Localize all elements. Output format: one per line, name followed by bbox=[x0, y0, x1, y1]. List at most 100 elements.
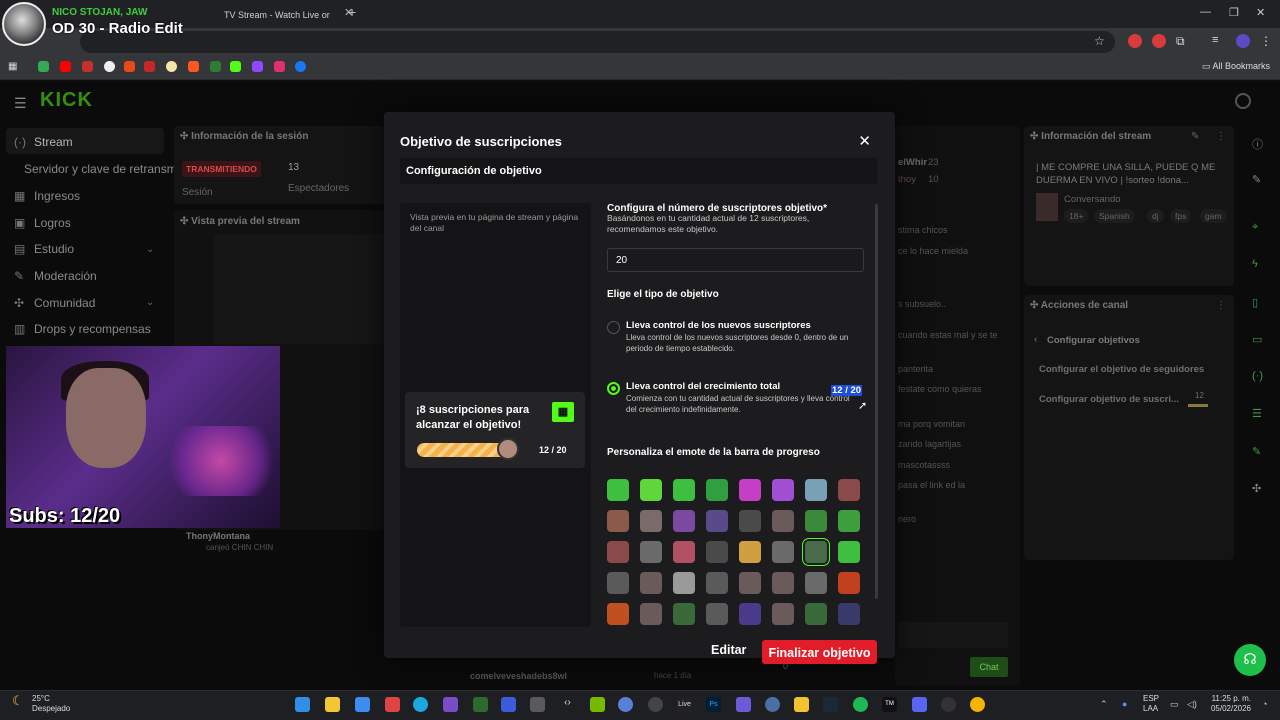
hamburger-menu-icon[interactable]: ☰ bbox=[14, 95, 27, 112]
edge-icon[interactable] bbox=[413, 697, 428, 712]
adblock-icon[interactable] bbox=[1152, 34, 1166, 48]
broadcast-icon[interactable]: (·) bbox=[1252, 370, 1263, 382]
minimize-icon[interactable]: — bbox=[1200, 6, 1211, 18]
emote-option[interactable] bbox=[607, 510, 629, 532]
taskbar-app-icon[interactable]: TM bbox=[882, 697, 897, 712]
start-menu-icon[interactable] bbox=[295, 697, 310, 712]
info-icon[interactable]: ⓘ bbox=[1252, 136, 1263, 152]
system-clock[interactable]: 11:25 p. m. 05/02/2026 bbox=[1197, 694, 1251, 714]
configure-followers-goal[interactable]: Configurar el objetivo de seguidores bbox=[1039, 364, 1204, 375]
media-icon[interactable]: ≡ bbox=[1212, 34, 1226, 48]
emote-option[interactable] bbox=[706, 541, 728, 563]
bookmark-instagram-icon[interactable] bbox=[274, 61, 285, 72]
taskbar-app-icon[interactable] bbox=[473, 697, 488, 712]
emote-option[interactable] bbox=[805, 510, 827, 532]
emote-option[interactable] bbox=[739, 510, 761, 532]
window-close-icon[interactable]: ✕ bbox=[1256, 6, 1265, 19]
bookmark-green-icon[interactable] bbox=[210, 61, 221, 72]
emote-option[interactable] bbox=[838, 479, 860, 501]
option-total-growth-radio[interactable] bbox=[607, 382, 620, 395]
extensions-puzzle-icon[interactable]: ⧉ bbox=[1176, 34, 1190, 48]
sidebar-item-stream[interactable]: (·) Stream bbox=[14, 135, 73, 149]
sidebar-item-comunidad[interactable]: ✣ Comunidad bbox=[14, 296, 95, 310]
new-tab-icon[interactable]: + bbox=[348, 4, 356, 20]
taskbar-app-icon[interactable] bbox=[765, 697, 780, 712]
bookmark-red-icon[interactable] bbox=[144, 61, 155, 72]
taskbar-app-icon[interactable] bbox=[736, 697, 751, 712]
taskbar-app-icon[interactable] bbox=[501, 697, 516, 712]
emote-option[interactable] bbox=[673, 572, 695, 594]
menu-dots-icon[interactable]: ⋮ bbox=[1260, 34, 1274, 48]
edit-pencil-icon[interactable]: ✎ bbox=[1191, 131, 1199, 142]
volume-icon[interactable]: ◁) bbox=[1187, 699, 1197, 710]
taskbar-app-icon[interactable] bbox=[530, 697, 545, 712]
option-total-growth-title[interactable]: Lleva control del crecimiento total bbox=[626, 381, 780, 392]
emote-option[interactable] bbox=[673, 603, 695, 625]
sidebar-item-drops[interactable]: ▥ Drops y recompensas bbox=[14, 322, 151, 336]
emote-option[interactable] bbox=[607, 572, 629, 594]
emote-option[interactable] bbox=[706, 572, 728, 594]
configure-subs-goal[interactable]: Configurar objetivo de suscri... bbox=[1039, 394, 1179, 405]
bookmark-star-icon[interactable]: ☆ bbox=[1094, 34, 1108, 48]
community-icon[interactable]: ✣ bbox=[1252, 482, 1261, 495]
finish-goal-button[interactable]: Finalizar objetivo bbox=[762, 640, 877, 664]
bookmark-x-icon[interactable] bbox=[124, 61, 135, 72]
emote-option[interactable] bbox=[772, 510, 794, 532]
emote-option[interactable] bbox=[607, 541, 629, 563]
user-avatar[interactable] bbox=[1235, 93, 1251, 109]
emote-option[interactable] bbox=[772, 541, 794, 563]
pencil-icon[interactable]: ✎ bbox=[1252, 173, 1261, 186]
emote-option[interactable] bbox=[607, 603, 629, 625]
emote-option[interactable] bbox=[805, 572, 827, 594]
nvidia-icon[interactable] bbox=[590, 697, 605, 712]
notification-icon[interactable]: ◔ bbox=[1262, 699, 1267, 709]
emote-option[interactable] bbox=[640, 572, 662, 594]
bookmark-youtube-icon[interactable] bbox=[60, 61, 71, 72]
more-dots-icon[interactable]: ⋮ bbox=[1216, 300, 1226, 311]
bookmark-twitch-icon[interactable] bbox=[252, 61, 263, 72]
emote-option[interactable] bbox=[706, 510, 728, 532]
taskbar-app-icon[interactable] bbox=[355, 697, 370, 712]
lightning-icon[interactable]: ϟ bbox=[1252, 258, 1258, 270]
bookmark-site-icon[interactable] bbox=[104, 61, 115, 72]
steam-icon[interactable] bbox=[823, 697, 838, 712]
taskbar-app-icon[interactable] bbox=[443, 697, 458, 712]
bookmark-yellow-icon[interactable] bbox=[166, 61, 177, 72]
taskbar-app-icon[interactable] bbox=[385, 697, 400, 712]
wrench-icon[interactable]: ✎ bbox=[1252, 445, 1261, 458]
emote-option[interactable] bbox=[739, 603, 761, 625]
bookmark-soundcloud-icon[interactable] bbox=[188, 61, 199, 72]
modal-scrollbar[interactable] bbox=[875, 204, 878, 599]
emote-option[interactable] bbox=[838, 541, 860, 563]
profile-icon[interactable] bbox=[1236, 34, 1250, 48]
bookmark-drive-icon[interactable] bbox=[38, 61, 49, 72]
extension-icon[interactable] bbox=[1128, 34, 1142, 48]
emote-option[interactable] bbox=[772, 603, 794, 625]
sidebar-item-estudio[interactable]: ▤ Estudio bbox=[14, 242, 74, 256]
emote-option[interactable] bbox=[772, 479, 794, 501]
emote-option[interactable] bbox=[802, 538, 830, 566]
photoshop-icon[interactable]: Ps bbox=[706, 697, 721, 712]
sidebar-item-logros[interactable]: ▣ Logros bbox=[14, 216, 71, 230]
back-arrow-icon[interactable]: ‹ bbox=[1034, 334, 1037, 345]
list-icon[interactable]: ☰ bbox=[1252, 407, 1262, 420]
chevron-down-icon[interactable]: ⌄ bbox=[146, 244, 154, 255]
emote-option[interactable] bbox=[838, 603, 860, 625]
chrome-icon[interactable] bbox=[970, 697, 985, 712]
bookmark-kick-icon[interactable] bbox=[230, 61, 241, 72]
emote-option[interactable] bbox=[772, 572, 794, 594]
emote-option[interactable] bbox=[739, 479, 761, 501]
chevron-down-icon[interactable]: ⌄ bbox=[146, 297, 154, 308]
taskbar-app-icon[interactable] bbox=[648, 697, 663, 712]
emote-option[interactable] bbox=[739, 541, 761, 563]
chat-icon[interactable]: ▭ bbox=[1252, 333, 1262, 346]
emote-option[interactable] bbox=[739, 572, 761, 594]
option-new-subs-title[interactable]: Lleva control de los nuevos suscriptores bbox=[626, 320, 811, 331]
emote-option[interactable] bbox=[838, 510, 860, 532]
emote-option[interactable] bbox=[640, 541, 662, 563]
bookmark-netflix-icon[interactable] bbox=[82, 61, 93, 72]
emote-option[interactable] bbox=[673, 510, 695, 532]
network-icon[interactable]: ▭ bbox=[1170, 699, 1179, 710]
edit-button[interactable]: Editar bbox=[711, 643, 746, 657]
sidebar-item-server-key[interactable]: Servidor y clave de retransm bbox=[24, 162, 177, 176]
